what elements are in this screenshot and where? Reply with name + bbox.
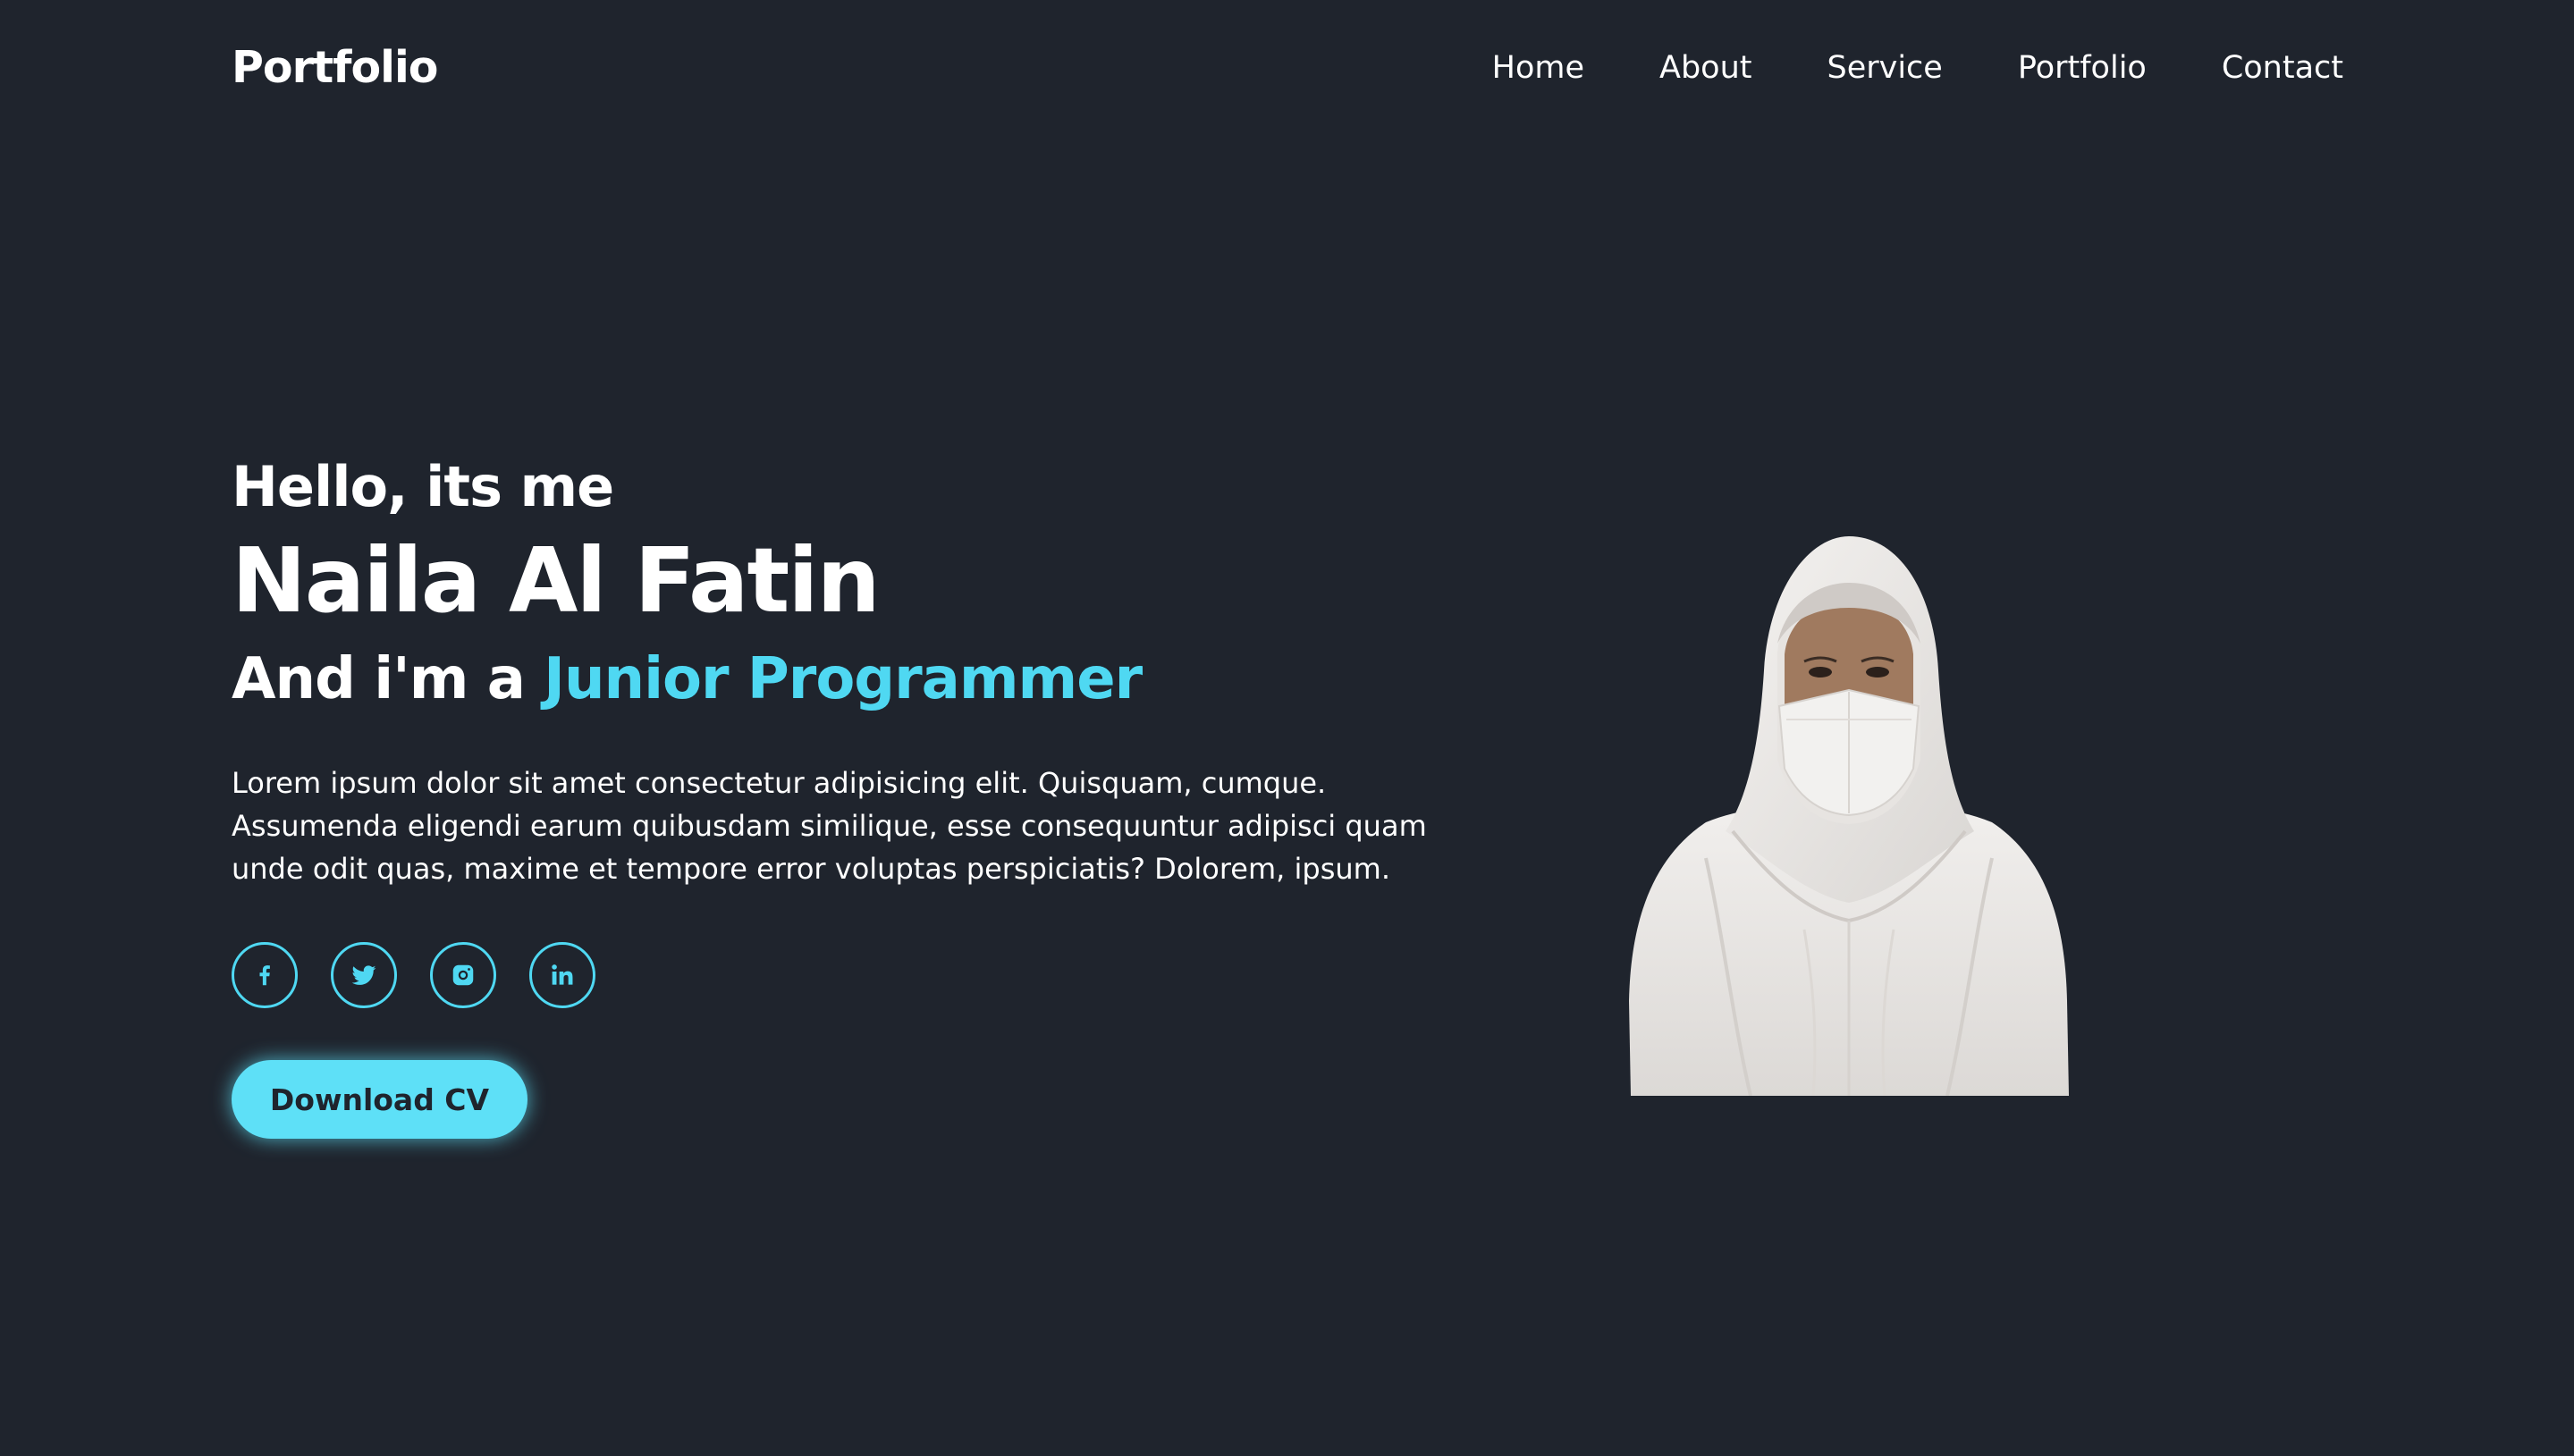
- logo[interactable]: Portfolio: [232, 39, 438, 97]
- nav-portfolio[interactable]: Portfolio: [2018, 39, 2147, 97]
- hero-name: Naila Al Fatin: [232, 528, 881, 633]
- twitter-icon: [351, 965, 376, 985]
- download-cv-button[interactable]: Download CV: [232, 1060, 527, 1139]
- nav-about[interactable]: About: [1659, 39, 1751, 97]
- facebook-icon: [259, 965, 270, 986]
- nav-service[interactable]: Service: [1827, 39, 1942, 97]
- site-header: Portfolio Home About Service Portfolio C…: [0, 0, 2574, 134]
- hero-intro: Lorem ipsum dolor sit amet consectetur a…: [232, 762, 1474, 890]
- hero-content: Hello, its me Naila Al Fatin And i'm a J…: [232, 447, 1483, 1139]
- hero-greeting: Hello, its me: [232, 454, 614, 519]
- facebook-link[interactable]: [232, 942, 298, 1008]
- twitter-link[interactable]: [331, 942, 397, 1008]
- instagram-link[interactable]: [430, 942, 496, 1008]
- nav-contact[interactable]: Contact: [2222, 39, 2343, 97]
- role-highlight: Junior Programmer: [544, 646, 1143, 712]
- intro-line-1: Lorem ipsum dolor sit amet consectetur a…: [232, 766, 1327, 800]
- linkedin-icon: [552, 964, 573, 985]
- hero-role: And i'm a Junior Programmer: [232, 635, 1483, 724]
- portrait-illustration: [1629, 536, 2069, 1097]
- social-links: [232, 942, 1483, 1008]
- linkedin-link[interactable]: [529, 942, 595, 1008]
- main-nav: Home About Service Portfolio Contact: [1492, 39, 2343, 97]
- intro-line-2: Assumenda eligendi earum quibusdam simil…: [232, 809, 1427, 843]
- instagram-icon: [452, 964, 474, 986]
- intro-line-3: unde odit quas, maxime et tempore error …: [232, 852, 1390, 886]
- nav-home[interactable]: Home: [1492, 39, 1584, 97]
- profile-photo: [1625, 536, 2072, 1097]
- role-prefix: And i'm a: [232, 646, 544, 712]
